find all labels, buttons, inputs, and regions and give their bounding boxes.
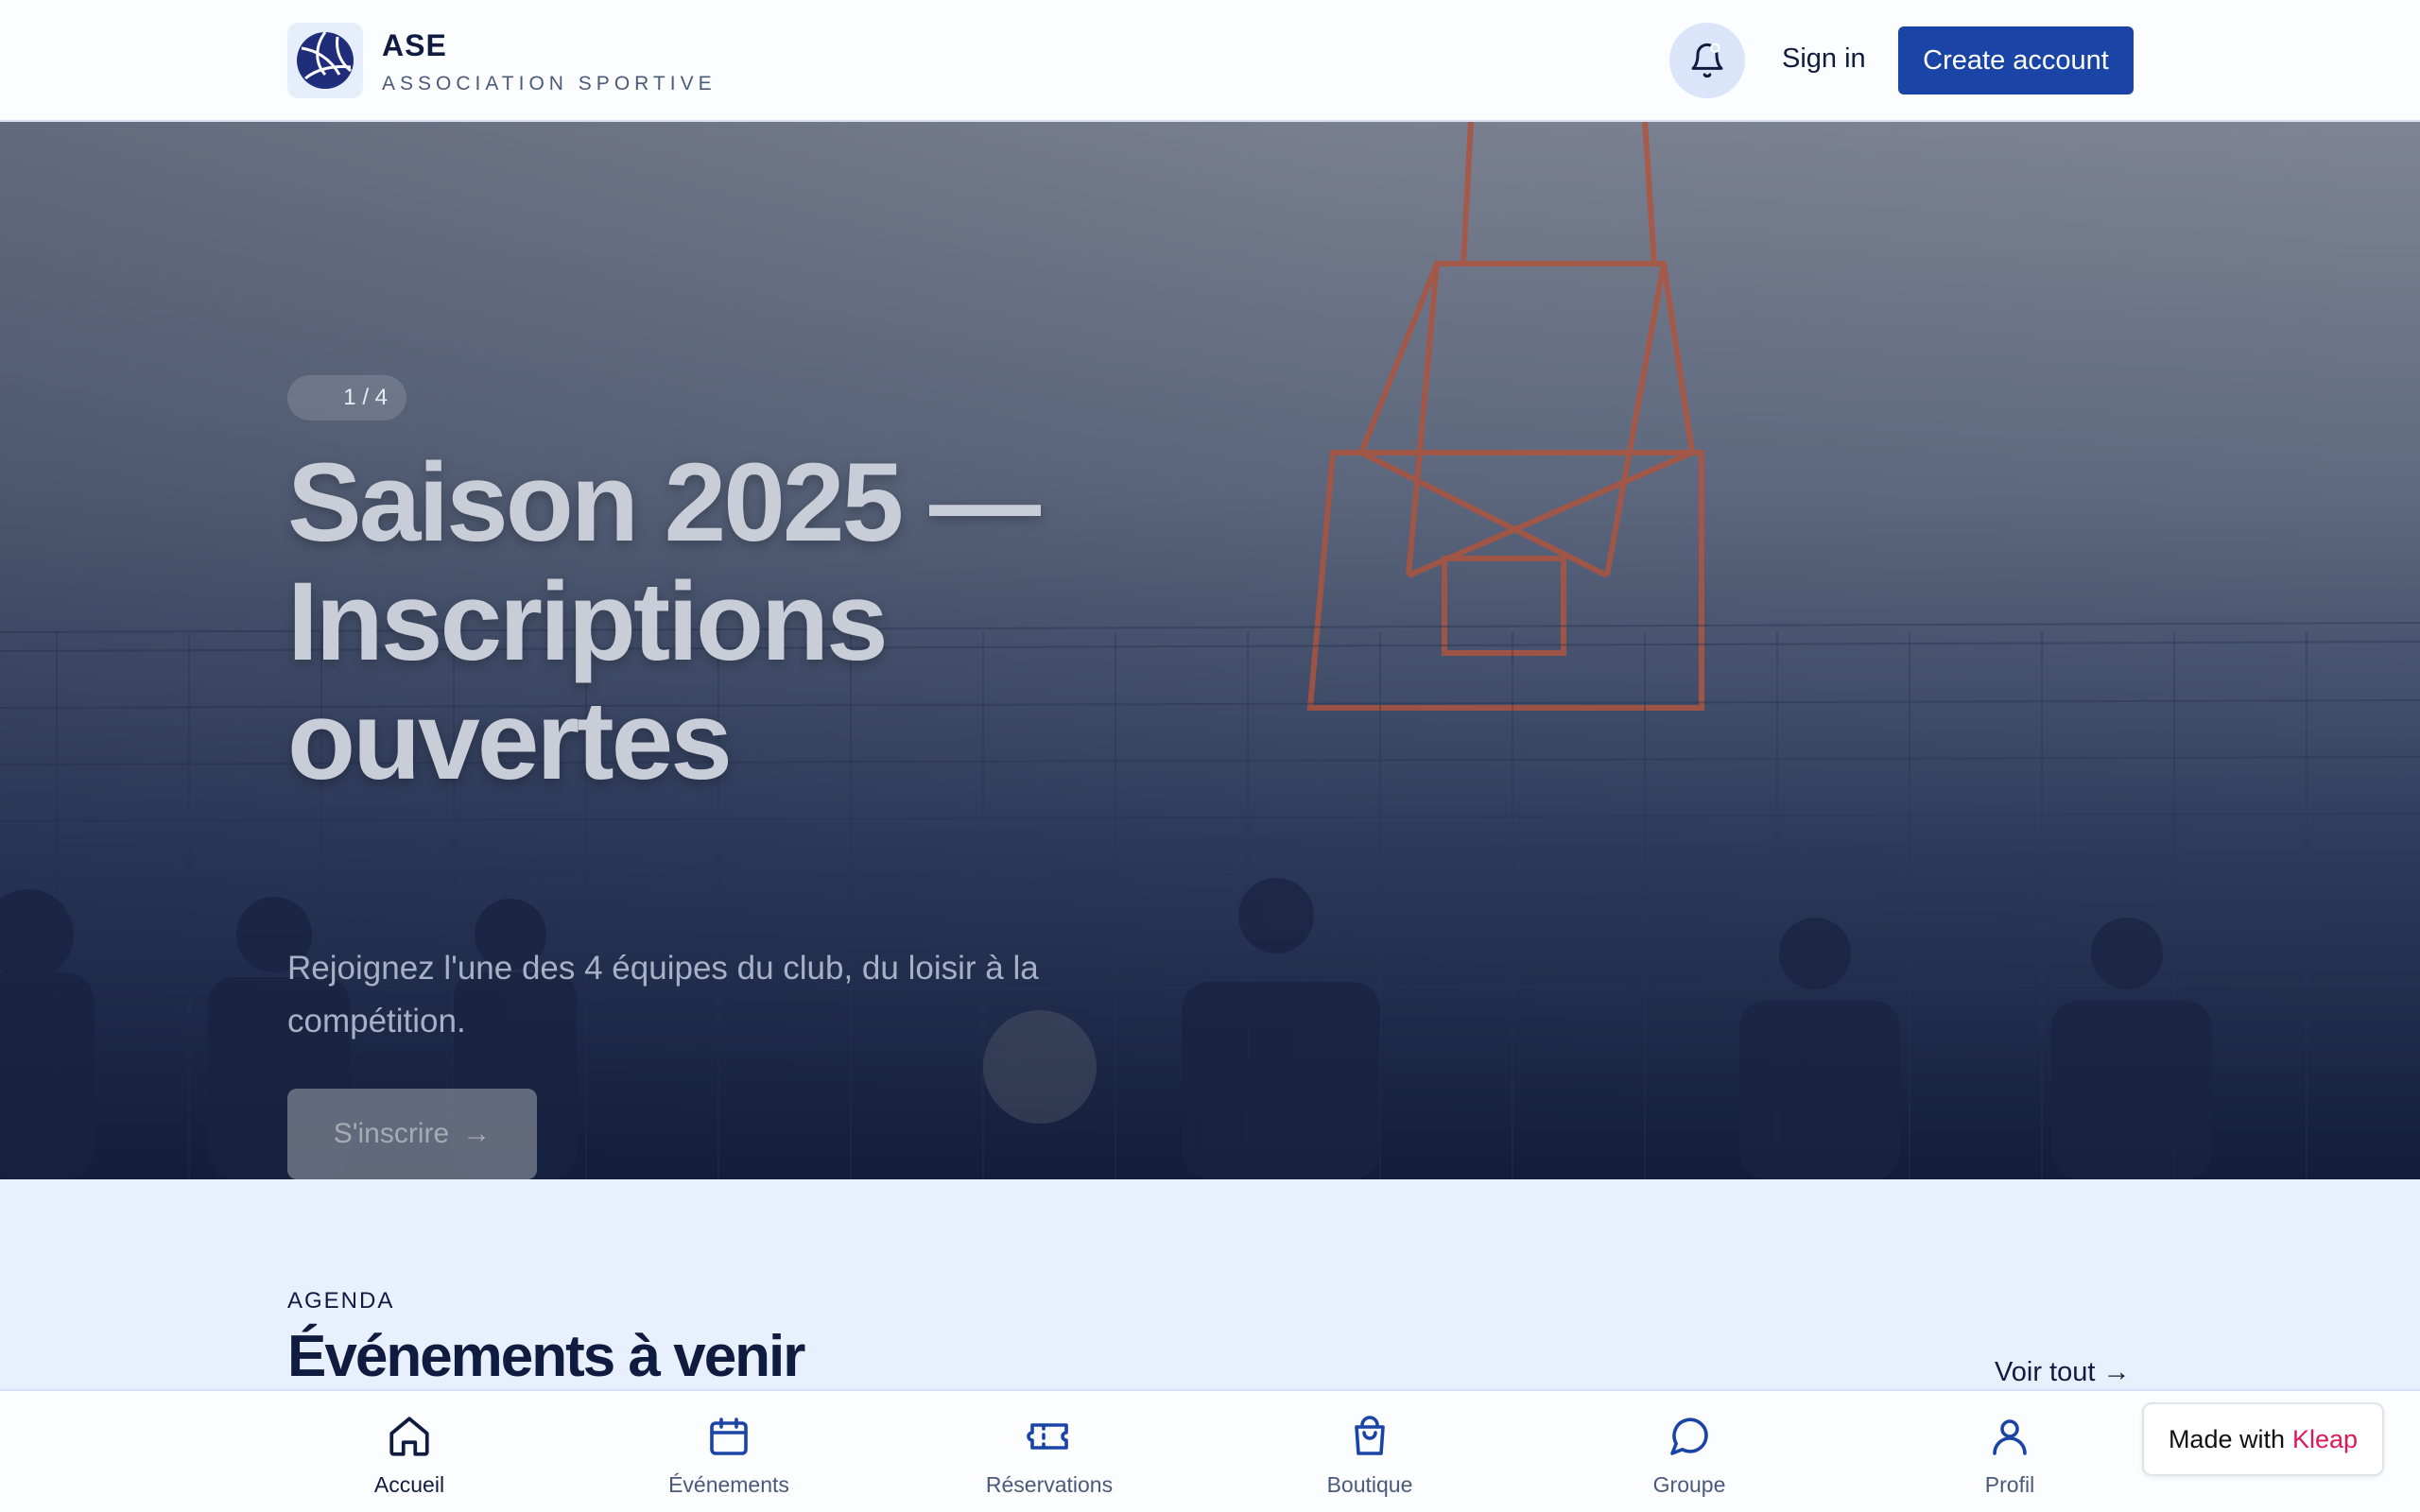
nav-label: Événements [668, 1472, 789, 1497]
nav-item-profil[interactable]: Profil [1896, 1412, 2123, 1498]
made-with-kleap-badge[interactable]: Made with Kleap [2142, 1402, 2384, 1476]
badge-prefix: Made with [2168, 1424, 2285, 1453]
club-logo[interactable] [287, 23, 363, 98]
volleyball-icon [297, 31, 354, 89]
shopping-bag-icon [1345, 1412, 1394, 1461]
see-all-link[interactable]: Voir tout → [1995, 1357, 2130, 1388]
nav-label: Groupe [1652, 1472, 1726, 1497]
top-header: ASE ASSOCIATION SPORTIVE Sign in Create … [0, 0, 2420, 122]
brand-name: ASE [382, 28, 447, 62]
nav-label: Boutique [1326, 1472, 1413, 1497]
nav-label: Profil [1984, 1472, 2035, 1497]
notifications-button[interactable] [1669, 23, 1745, 98]
hero-title: Saison 2025 — Inscriptions ouvertes [287, 440, 1041, 803]
user-icon [1985, 1412, 2034, 1461]
agenda-kicker: AGENDA [287, 1288, 395, 1314]
ticket-icon [1025, 1412, 1074, 1461]
hero-carousel: 1 / 4 Saison 2025 — Inscriptions ouverte… [0, 122, 2420, 1179]
slide-counter: 1 / 4 [287, 375, 406, 421]
nav-label: Accueil [373, 1472, 445, 1497]
signup-button[interactable]: S'inscrire → [287, 1089, 537, 1179]
brand-subtitle: ASSOCIATION SPORTIVE [382, 73, 717, 94]
nav-item-reservations[interactable]: Réservations [936, 1412, 1163, 1498]
calendar-icon [704, 1412, 753, 1461]
nav-item-groupe[interactable]: Groupe [1576, 1412, 1803, 1498]
nav-item-accueil[interactable]: Accueil [296, 1412, 523, 1498]
nav-label: Réservations [985, 1472, 1114, 1497]
badge-brand: Kleap [2292, 1424, 2359, 1453]
hero-description: Rejoignez l'une des 4 équipes du club, d… [287, 950, 1039, 1040]
sign-in-link[interactable]: Sign in [1782, 43, 1866, 75]
bell-icon [1691, 43, 1723, 78]
chat-bubble-icon [1665, 1412, 1714, 1461]
bottom-navigation: Accueil Événements Réservations Boutique… [0, 1389, 2420, 1512]
signup-button-label: S'inscrire [333, 1118, 450, 1149]
create-account-button[interactable]: Create account [1898, 26, 2134, 94]
nav-item-evenements[interactable]: Événements [615, 1412, 842, 1498]
agenda-title: Événements à venir [287, 1324, 805, 1389]
arrow-right-icon: → [462, 1118, 492, 1149]
home-icon [385, 1412, 434, 1461]
nav-item-boutique[interactable]: Boutique [1256, 1412, 1483, 1498]
